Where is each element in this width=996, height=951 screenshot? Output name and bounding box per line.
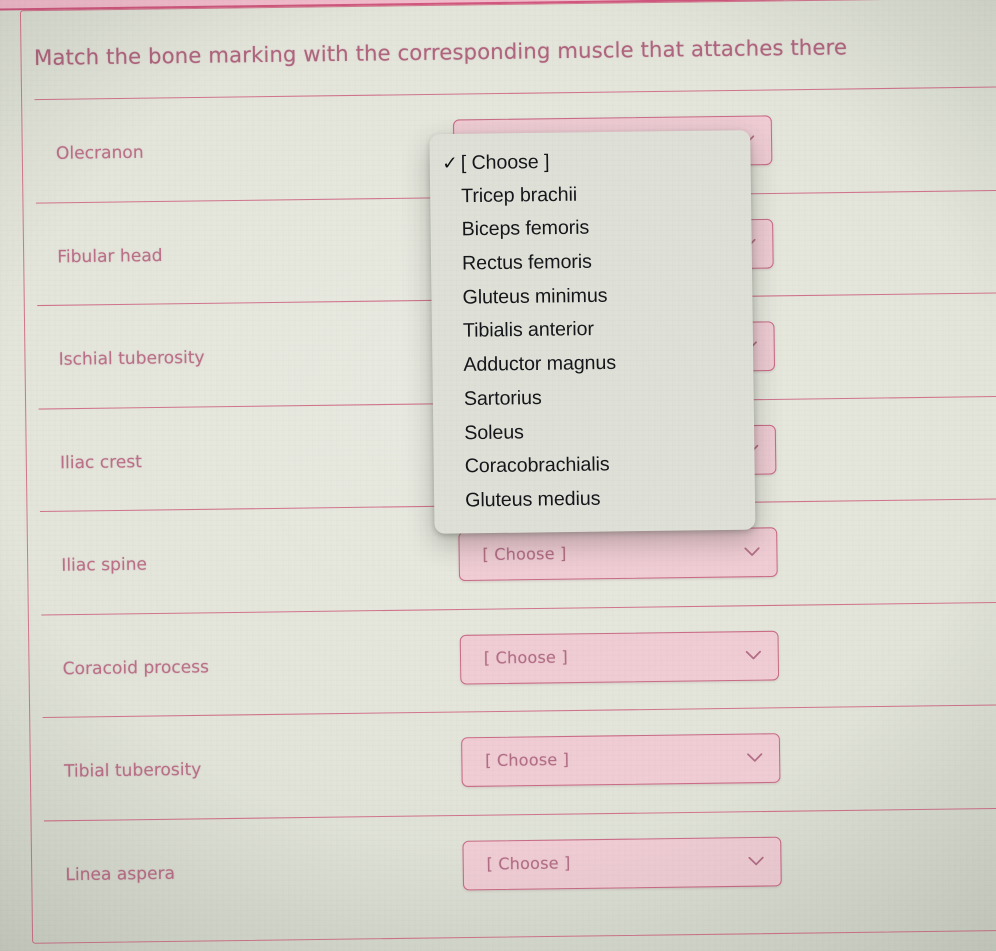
muscle-select-value: [ Choose ] [483, 647, 568, 668]
bone-marking-label: Tibial tuberosity [63, 759, 202, 781]
dropdown-option-label: Coracobrachialis [464, 454, 610, 478]
dropdown-option-9[interactable]: Coracobrachialis [434, 447, 755, 485]
question-prompt: Match the bone marking with the correspo… [33, 34, 848, 71]
dropdown-option-label: Sartorius [463, 387, 542, 411]
dropdown-option-10[interactable]: Gluteus medius [434, 481, 755, 519]
bone-marking-label: Ischial tuberosity [58, 347, 205, 369]
dropdown-option-label: Adductor magnus [463, 352, 617, 377]
matching-row: Tibial tuberosity [ Choose ] [42, 703, 996, 820]
muscle-select-value: [ Choose ] [485, 750, 570, 771]
muscle-select-6[interactable]: [ Choose ] [461, 733, 781, 788]
bone-marking-label: Iliac spine [61, 554, 148, 575]
chevron-down-icon [744, 547, 760, 557]
dropdown-option-3[interactable]: Rectus femoris [431, 244, 752, 282]
muscle-select-value: [ Choose ] [486, 853, 571, 874]
dropdown-option-0[interactable]: ✓[ Choose ] [430, 143, 751, 181]
dropdown-option-label: Gluteus minimus [462, 284, 608, 309]
bone-marking-label: Fibular head [57, 244, 163, 266]
choose-dropdown-menu[interactable]: ✓[ Choose ] Tricep brachii Biceps femoris R… [429, 130, 756, 534]
chevron-down-icon [745, 650, 762, 660]
chevron-down-icon [748, 856, 764, 866]
dropdown-option-8[interactable]: Soleus [433, 413, 754, 451]
muscle-select-5[interactable]: [ Choose ] [459, 630, 780, 685]
dropdown-option-label: Rectus femoris [461, 251, 592, 275]
dropdown-option-label: Biceps femoris [461, 217, 590, 241]
matching-row: Linea aspera [ Choose ] [43, 806, 996, 923]
photo-tilt-wrapper: Match the bone marking with the correspo… [0, 0, 996, 951]
dropdown-option-label: Tibialis anterior [462, 318, 594, 343]
dropdown-option-label: Soleus [464, 421, 524, 444]
dropdown-option-label: Gluteus medius [465, 488, 601, 512]
dropdown-option-label: [ Choose ] [460, 151, 550, 175]
muscle-select-4[interactable]: [ Choose ] [458, 527, 778, 582]
muscle-select-7[interactable]: [ Choose ] [462, 836, 782, 890]
checkmark-icon: ✓ [442, 152, 458, 174]
dropdown-option-1[interactable]: Tricep brachii [430, 176, 751, 214]
muscle-select-value: [ Choose ] [482, 544, 567, 565]
bone-marking-label: Iliac crest [59, 451, 143, 472]
bone-marking-label: Coracoid process [62, 656, 210, 678]
dropdown-option-2[interactable]: Biceps femoris [430, 210, 751, 248]
dropdown-option-4[interactable]: Gluteus minimus [431, 278, 752, 316]
screenshot-stage: Match the bone marking with the correspo… [0, 0, 996, 951]
dropdown-option-5[interactable]: Tibialis anterior [432, 312, 753, 350]
dropdown-option-7[interactable]: Sartorius [433, 379, 754, 417]
dropdown-option-label: Tricep brachii [461, 183, 578, 208]
bone-marking-label: Olecranon [55, 142, 144, 163]
chevron-down-icon [747, 753, 763, 763]
matching-row: Coracoid process [ Choose ] [41, 600, 996, 717]
bone-marking-label: Linea aspera [65, 862, 176, 884]
dropdown-option-6[interactable]: Adductor magnus [432, 345, 753, 383]
